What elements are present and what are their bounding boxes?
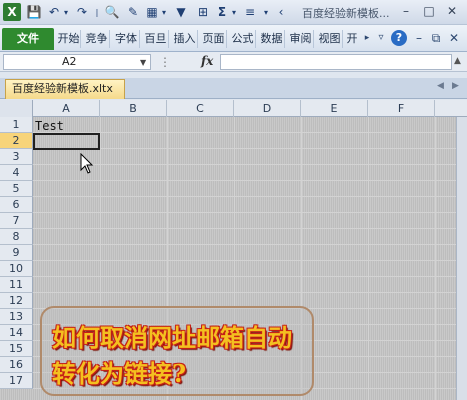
- column-header-b[interactable]: B: [100, 100, 167, 117]
- gridline: [435, 117, 436, 400]
- name-box[interactable]: A2: [3, 54, 151, 70]
- cell-a1[interactable]: Test: [35, 119, 64, 133]
- redo-icon[interactable]: ↷: [74, 3, 90, 21]
- row-header-12[interactable]: 12: [0, 293, 33, 309]
- vertical-scrollbar[interactable]: [456, 117, 467, 400]
- gridline: [33, 260, 467, 261]
- row-header-14[interactable]: 14: [0, 325, 33, 341]
- column-header-e[interactable]: E: [301, 100, 368, 117]
- minimize-icon[interactable]: –: [398, 3, 414, 19]
- qa-more-icon[interactable]: ‹: [276, 3, 286, 21]
- gridline: [33, 164, 467, 165]
- workbook-minimize-icon[interactable]: –: [411, 30, 427, 46]
- column-header-a[interactable]: A: [33, 100, 100, 117]
- name-box-dropdown-icon[interactable]: ▼: [140, 58, 146, 67]
- formula-bar: A2 ▼ ⋮ fx ▲: [0, 52, 467, 72]
- column-header-d[interactable]: D: [234, 100, 301, 117]
- maximize-icon[interactable]: □: [421, 3, 437, 19]
- undo-dropdown-icon[interactable]: ▾: [62, 3, 70, 21]
- tab-developer[interactable]: 开: [346, 30, 358, 48]
- row-header-17[interactable]: 17: [0, 373, 33, 389]
- shape-icon[interactable]: ▦: [144, 3, 160, 21]
- customize-toolbar-icon[interactable]: ▾: [262, 3, 270, 21]
- gridline: [33, 276, 467, 277]
- autosum-icon[interactable]: Σ: [214, 3, 230, 21]
- row-header-9[interactable]: 9: [0, 245, 33, 261]
- row-header-11[interactable]: 11: [0, 277, 33, 293]
- tab-next-icon[interactable]: ▶: [452, 81, 459, 91]
- tab-3[interactable]: 字体: [113, 30, 140, 48]
- autosum-dropdown-icon[interactable]: ▾: [230, 3, 238, 21]
- tab-insert[interactable]: 插入: [172, 30, 198, 48]
- filter-icon[interactable]: ▼: [172, 3, 190, 21]
- excel-icon[interactable]: X: [3, 3, 21, 21]
- save-icon[interactable]: 💾: [26, 3, 42, 21]
- ribbon-minimize-icon[interactable]: ▿: [373, 30, 389, 46]
- tab-2[interactable]: 竞争: [84, 30, 110, 48]
- borders-icon[interactable]: ⊞: [195, 3, 211, 21]
- print-preview-icon[interactable]: 🔍: [104, 3, 120, 21]
- gridline: [33, 212, 467, 213]
- tab-file[interactable]: 文件: [2, 28, 54, 50]
- qa-separator-icon: |: [95, 7, 99, 17]
- row-header-16[interactable]: 16: [0, 357, 33, 373]
- row-header-8[interactable]: 8: [0, 229, 33, 245]
- caption-box: 如何取消网址邮箱自动 转化为链接?: [40, 306, 314, 396]
- row-header-3[interactable]: 3: [0, 149, 33, 165]
- workbook-close-icon[interactable]: ✕: [446, 30, 462, 46]
- format-painter-icon[interactable]: ✎: [124, 3, 142, 21]
- undo-icon[interactable]: ↶: [46, 3, 62, 21]
- gridline: [33, 196, 467, 197]
- select-all-corner[interactable]: [0, 100, 33, 117]
- formula-bar-grip-icon: ⋮: [159, 55, 171, 69]
- shape-dropdown-icon[interactable]: ▾: [160, 3, 168, 21]
- workbook-tab[interactable]: 百度经验新模板.xltx: [5, 79, 125, 99]
- selected-cell-a2[interactable]: [33, 133, 100, 150]
- row-header-6[interactable]: 6: [0, 197, 33, 213]
- gridline: [33, 244, 467, 245]
- window-title: 百度经验新模板...: [302, 7, 390, 20]
- caption-line-1: 如何取消网址邮箱自动: [52, 323, 292, 352]
- help-icon[interactable]: ?: [391, 30, 407, 46]
- align-icon[interactable]: ≡: [242, 3, 258, 21]
- tab-prev-icon[interactable]: ◀: [437, 81, 444, 91]
- tab-data[interactable]: 数据: [259, 30, 285, 48]
- gridline: [368, 117, 369, 400]
- formula-input[interactable]: [220, 54, 452, 70]
- row-header-4[interactable]: 4: [0, 165, 33, 181]
- expand-formula-bar-icon[interactable]: ▲: [454, 56, 461, 66]
- column-headers: A B C D E F: [0, 100, 467, 117]
- row-header-5[interactable]: 5: [0, 181, 33, 197]
- row-header-2[interactable]: 2: [0, 133, 33, 149]
- close-icon[interactable]: ✕: [444, 3, 460, 19]
- gridline: [33, 180, 467, 181]
- column-header-f[interactable]: F: [368, 100, 435, 117]
- mouse-cursor-icon: [80, 153, 94, 174]
- caption-line-2: 转化为链接?: [52, 359, 187, 388]
- title-bar: X 💾 ↶ ▾ ↷ | 🔍 ✎ ▦ ▾ ▼ ⊞ Σ ▾ ≡ ▾ ‹ 百度经验新模…: [0, 0, 467, 25]
- column-header-c[interactable]: C: [167, 100, 234, 117]
- tab-formulas[interactable]: 公式: [230, 30, 256, 48]
- tab-page-layout[interactable]: 页面: [201, 30, 227, 48]
- row-header-13[interactable]: 13: [0, 309, 33, 325]
- ribbon-tabs: 文件 开始 竞争 字体 百旦 插入 页面 公式 数据 审阅 视图 开 ▸ ▿ ?…: [0, 25, 467, 52]
- row-header-7[interactable]: 7: [0, 213, 33, 229]
- row-header-10[interactable]: 10: [0, 261, 33, 277]
- tab-4[interactable]: 百旦: [143, 30, 169, 48]
- tab-view[interactable]: 视图: [317, 30, 343, 48]
- insert-function-icon[interactable]: fx: [201, 54, 213, 68]
- gridline: [33, 228, 467, 229]
- row-header-1[interactable]: 1: [0, 117, 33, 133]
- workbook-restore-icon[interactable]: ⧉: [428, 30, 444, 46]
- gridline: [33, 292, 467, 293]
- workbook-tab-bar: 百度经验新模板.xltx ◀ ▶: [0, 78, 467, 99]
- tab-home[interactable]: 开始: [57, 30, 81, 48]
- row-header-15[interactable]: 15: [0, 341, 33, 357]
- tab-review[interactable]: 审阅: [288, 30, 314, 48]
